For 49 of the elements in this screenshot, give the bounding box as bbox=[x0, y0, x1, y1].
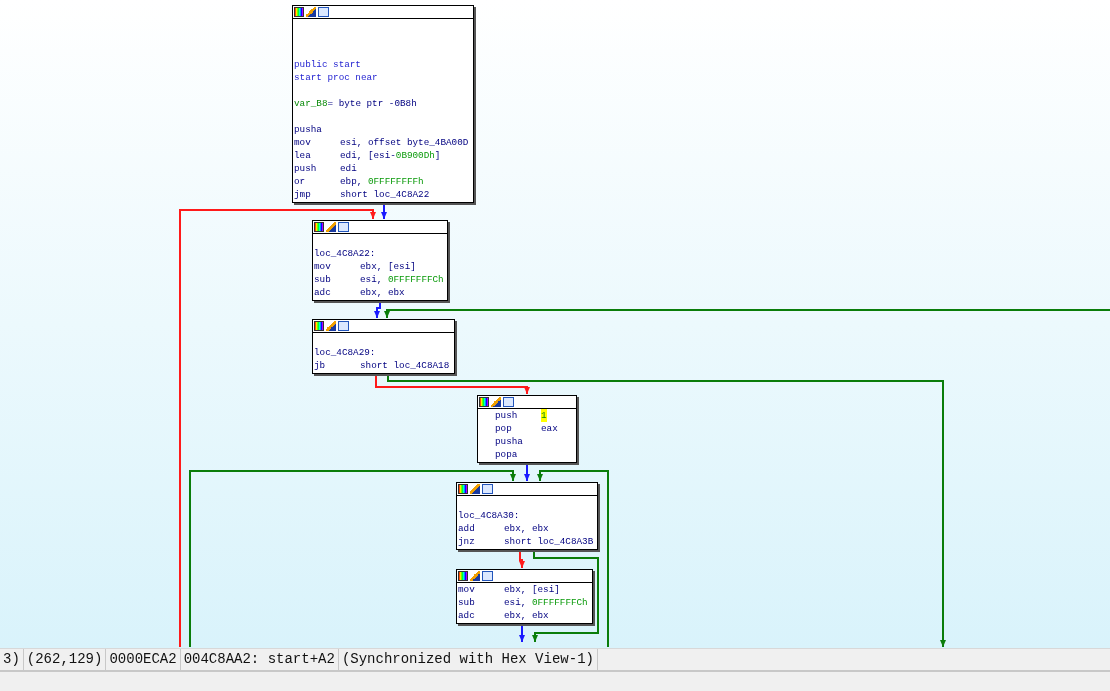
instruction-line: pop eax bbox=[495, 422, 559, 435]
instruction-line: jmp short loc_4C8A22 bbox=[294, 188, 431, 201]
code-block[interactable]: loc_4C8A22: mov ebx, [esi] sub esi, 0FFFFFFFCh adc ebx, ebx bbox=[312, 220, 448, 301]
instruction-line: sub esi, 0FFFFFFFCh bbox=[458, 596, 589, 609]
graph-icon[interactable] bbox=[482, 484, 493, 494]
instruction-line: adc ebx, ebx bbox=[458, 609, 550, 622]
instruction-line: mov ebx, [esi] bbox=[458, 583, 561, 596]
instruction-line: jnz short loc_4C8A3B bbox=[458, 535, 595, 548]
graph-icon[interactable] bbox=[338, 321, 349, 331]
code-block[interactable]: mov ebx, [esi] sub esi, 0FFFFFFFCh adc ebx, ebx bbox=[456, 569, 593, 624]
palette-icon[interactable] bbox=[479, 397, 489, 407]
palette-icon[interactable] bbox=[314, 321, 324, 331]
graph-icon[interactable] bbox=[318, 7, 329, 17]
instruction-line: push 1 bbox=[495, 409, 548, 422]
code-line: var_B8= byte ptr -0B8h bbox=[294, 97, 418, 110]
instruction-line: pusha bbox=[495, 435, 524, 448]
pencil-icon[interactable] bbox=[491, 397, 501, 407]
pencil-icon[interactable] bbox=[470, 571, 480, 581]
instruction-line: mov ebx, [esi] bbox=[314, 260, 417, 273]
pencil-icon[interactable] bbox=[326, 321, 336, 331]
code-block[interactable]: push 1 pop eax pusha popa bbox=[477, 395, 577, 463]
palette-icon[interactable] bbox=[314, 222, 324, 232]
instruction-line: mov esi, offset byte_4BA00D bbox=[294, 136, 470, 149]
code-block[interactable]: public start start proc near var_B8= byte ptr -0B8h pusha mov esi, offset byte_4BA00D lea edi, [esi-0B900Dh] push edi or ebp, 0FFFFFFFFh jmp short loc_4C8A22 bbox=[292, 5, 474, 203]
pencil-icon[interactable] bbox=[326, 222, 336, 232]
palette-icon[interactable] bbox=[458, 484, 468, 494]
instruction-line: pusha bbox=[294, 123, 323, 136]
instruction-line: add ebx, ebx bbox=[458, 522, 550, 535]
code-label: loc_4C8A30: bbox=[458, 509, 521, 522]
palette-icon[interactable] bbox=[294, 7, 304, 17]
instruction-line: popa bbox=[495, 448, 519, 461]
instruction-line: sub esi, 0FFFFFFFCh bbox=[314, 273, 445, 286]
code-line: start proc near bbox=[294, 71, 379, 84]
graph-icon[interactable] bbox=[338, 222, 349, 232]
pencil-icon[interactable] bbox=[306, 7, 316, 17]
pencil-icon[interactable] bbox=[470, 484, 480, 494]
instruction-line: push edi bbox=[294, 162, 358, 175]
instruction-line: adc ebx, ebx bbox=[314, 286, 406, 299]
code-block[interactable]: loc_4C8A30: add ebx, ebx jnz short loc_4C8A3B bbox=[456, 482, 598, 550]
graph-icon[interactable] bbox=[482, 571, 493, 581]
instruction-line: lea edi, [esi-0B900Dh] bbox=[294, 149, 442, 162]
palette-icon[interactable] bbox=[458, 571, 468, 581]
graph-icon[interactable] bbox=[503, 397, 514, 407]
code-label: loc_4C8A29: bbox=[314, 346, 377, 359]
instruction-line: jb short loc_4C8A18 bbox=[314, 359, 451, 372]
code-line: public start bbox=[294, 58, 362, 71]
code-label: loc_4C8A22: bbox=[314, 247, 377, 260]
instruction-line: or ebp, 0FFFFFFFFh bbox=[294, 175, 425, 188]
code-block[interactable]: loc_4C8A29: jb short loc_4C8A18 bbox=[312, 319, 455, 374]
